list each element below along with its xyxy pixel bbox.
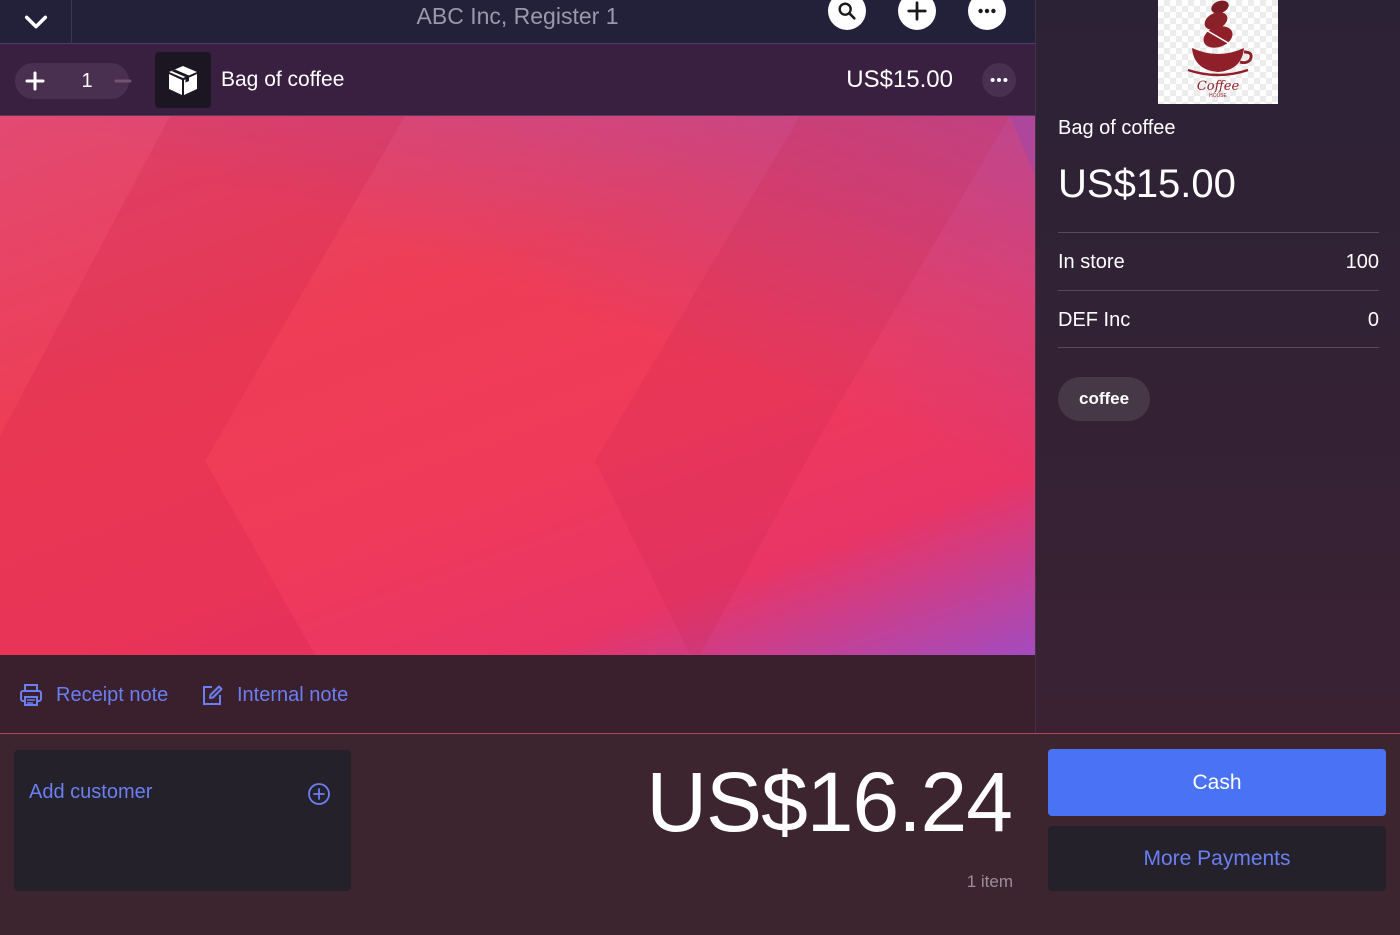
- edit-icon: [203, 685, 223, 705]
- more-options-button[interactable]: [968, 0, 1006, 30]
- add-circle-icon[interactable]: [307, 782, 331, 806]
- pos-app: ABC Inc, Register 1 1 Bag of coffee US$1…: [0, 0, 1400, 935]
- collapse-button[interactable]: [0, 0, 72, 44]
- add-customer-card[interactable]: Add customer: [14, 750, 351, 891]
- more-icon: [978, 8, 996, 14]
- printer-icon: [20, 684, 42, 706]
- checkout-bar: Add customer US$16.24 1 item Cash More P…: [0, 733, 1400, 935]
- product-price: US$15.00: [1058, 162, 1236, 206]
- stock-location: DEF Inc: [1058, 309, 1131, 331]
- chevron-down-icon: [24, 15, 47, 29]
- increment-icon[interactable]: [23, 69, 47, 93]
- decrement-icon[interactable]: [111, 69, 135, 93]
- receipt-note-button[interactable]: Receipt note: [18, 682, 168, 708]
- quantity-value: 1: [81, 70, 93, 92]
- item-count: 1 item: [966, 872, 1013, 891]
- receipt-note-label: Receipt note: [56, 683, 169, 706]
- cart-panel: ABC Inc, Register 1 1 Bag of coffee US$1…: [0, 0, 1035, 733]
- quantity-stepper: 1: [15, 63, 132, 99]
- product-tag[interactable]: coffee: [1058, 377, 1151, 421]
- cart-item-more-button[interactable]: [982, 63, 1016, 97]
- plus-icon: [907, 1, 927, 21]
- cart-item-price: US$15.00: [846, 66, 953, 93]
- cash-button[interactable]: Cash: [1048, 749, 1386, 816]
- add-customer-label: Add customer: [29, 781, 153, 803]
- search-button[interactable]: [828, 0, 866, 30]
- package-icon: [169, 66, 197, 95]
- stock-quantity: 0: [1367, 309, 1379, 331]
- stock-row: DEF Inc 0: [1058, 290, 1379, 348]
- internal-note-button[interactable]: Internal note: [199, 682, 348, 708]
- add-button[interactable]: [898, 0, 936, 30]
- logo-subtext: HOUSE: [1209, 93, 1227, 99]
- more-payments-button[interactable]: More Payments: [1048, 826, 1386, 891]
- logo-text: Coffee: [1197, 79, 1240, 94]
- wallpaper-chevrons: [0, 116, 1035, 655]
- order-total: US$16.24: [646, 755, 1013, 849]
- stock-quantity: 100: [1345, 251, 1379, 273]
- search-icon: [838, 2, 856, 20]
- stock-row: In store 100: [1058, 232, 1379, 290]
- top-bar: ABC Inc, Register 1: [0, 0, 1035, 44]
- register-title: ABC Inc, Register 1: [416, 3, 619, 29]
- product-detail-panel: Coffee HOUSE Bag of coffee US$15.00 In s…: [1035, 0, 1400, 733]
- cart-line-item[interactable]: 1 Bag of coffee US$15.00: [0, 44, 1035, 116]
- more-icon: [990, 77, 1008, 83]
- product-thumbnail: [155, 52, 211, 108]
- cart-item-name: Bag of coffee: [221, 68, 345, 91]
- internal-note-label: Internal note: [237, 683, 349, 706]
- coffee-logo: Coffee HOUSE: [1187, 0, 1253, 99]
- stock-location: In store: [1058, 251, 1125, 273]
- product-name: Bag of coffee: [1058, 117, 1176, 139]
- notes-bar: Receipt note Internal note: [0, 655, 1035, 733]
- background-wallpaper: [0, 116, 1035, 655]
- product-image: Coffee HOUSE: [1158, 0, 1278, 104]
